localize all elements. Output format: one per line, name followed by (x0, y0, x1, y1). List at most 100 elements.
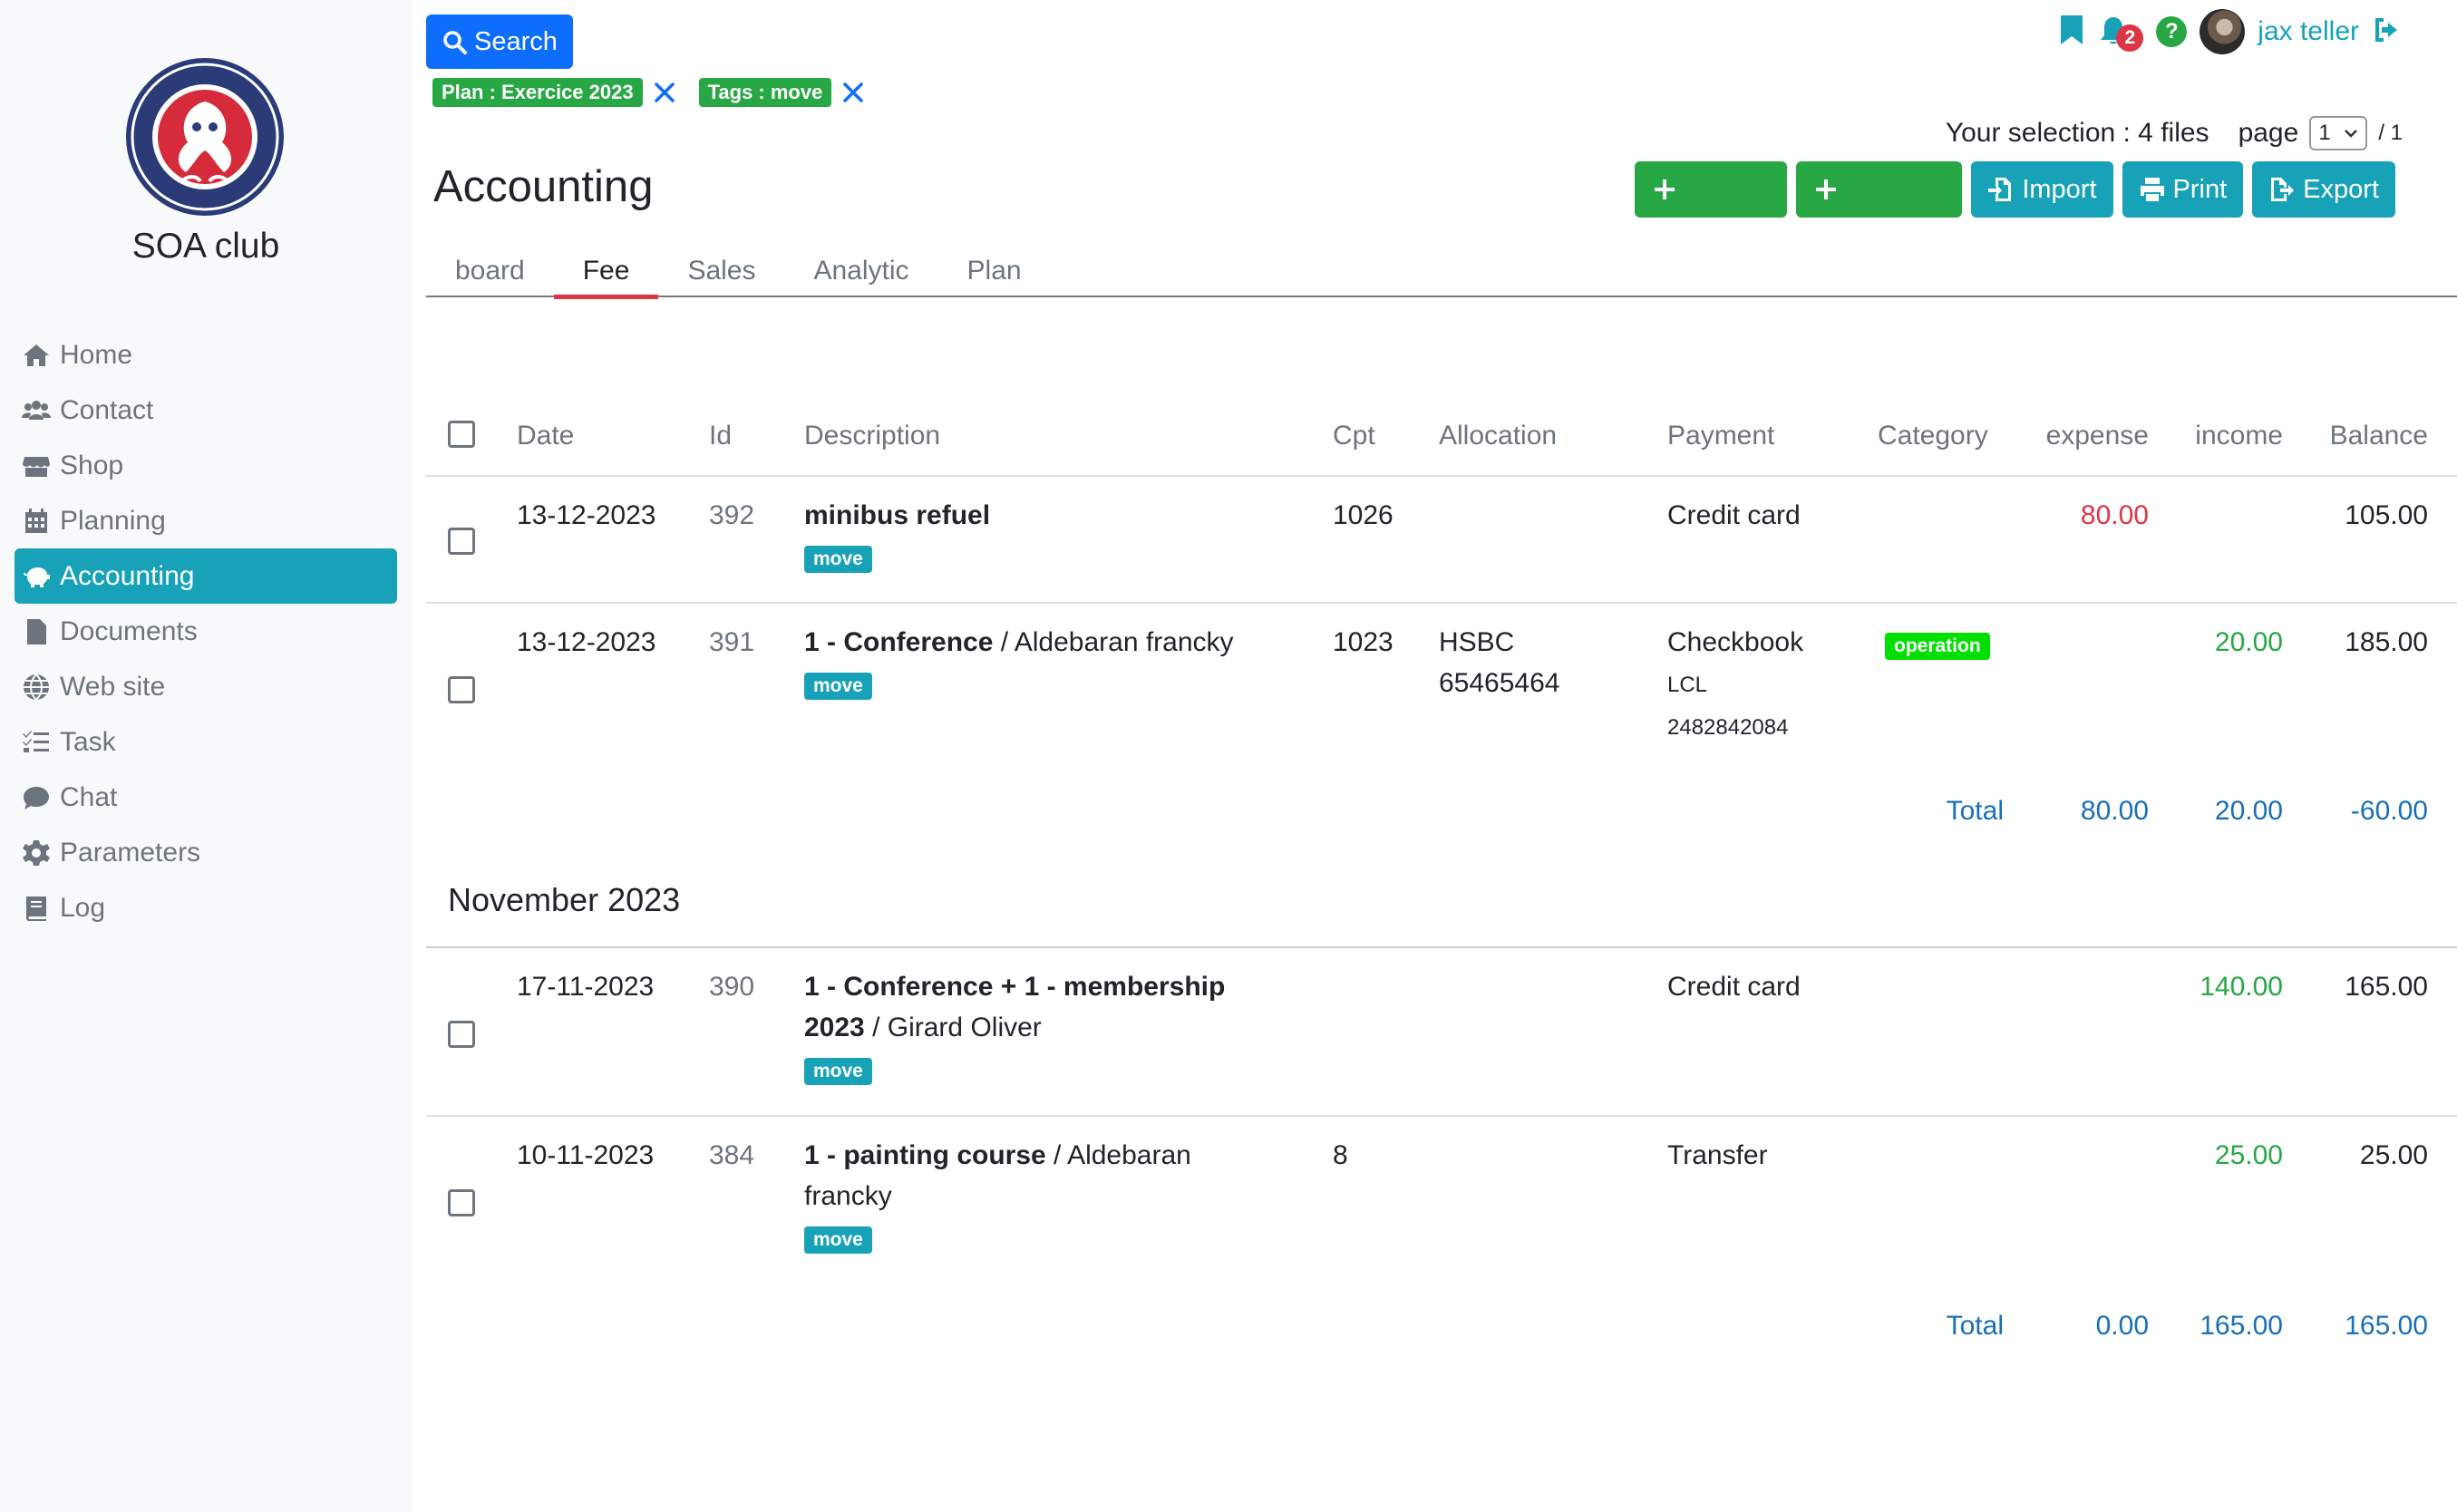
remove-filter-tags-button[interactable] (840, 80, 866, 105)
sidebar-nav: Home Contact Shop Planning Accounting Do… (15, 327, 397, 935)
logout-button[interactable] (2372, 15, 2403, 50)
totals-row: Total 80.00 20.00 -60.00 (426, 790, 2457, 841)
row-checkbox[interactable] (448, 676, 475, 703)
totals-label: Total (1946, 1311, 2004, 1341)
row-cpt: 8 (1333, 1140, 1348, 1170)
sidebar-item-planning[interactable]: Planning (15, 493, 397, 548)
page-total: / 1 (2378, 121, 2403, 145)
sidebar-item-website[interactable]: Web site (15, 659, 397, 714)
sidebar-item-parameters[interactable]: Parameters (15, 825, 397, 880)
accounting-tabs: board Fee Sales Analytic Plan (426, 245, 2457, 299)
sidebar-item-log[interactable]: Log (15, 880, 397, 935)
tab-plan[interactable]: Plan (938, 245, 1051, 297)
plus-icon (1655, 179, 1675, 199)
help-button[interactable]: ? (2156, 16, 2188, 47)
row-id-link[interactable]: 392 (709, 495, 754, 536)
row-income: 25.00 (2214, 1140, 2283, 1170)
totals-balance: -60.00 (2350, 796, 2428, 826)
row-payment-method: Checkbook (1667, 627, 1804, 657)
export-button[interactable]: Export (2252, 161, 2395, 218)
sidebar-item-task[interactable]: Task (15, 714, 397, 770)
home-icon (24, 344, 49, 366)
avatar[interactable] (2200, 9, 2246, 54)
sidebar-item-home[interactable]: Home (15, 327, 397, 383)
sidebar-item-contact[interactable]: Contact (15, 383, 397, 438)
notifications-button[interactable]: 2 (2098, 15, 2144, 52)
file-icon (27, 618, 46, 645)
row-payment: Credit card (1667, 972, 1801, 1002)
table-row[interactable]: 13-12-2023 392 minibus refuel move 1026 … (426, 477, 2457, 604)
column-balance[interactable]: Balance (2283, 415, 2428, 456)
row-description[interactable]: 1 - Conference / Aldebaran francky move (804, 622, 1312, 703)
remove-filter-plan-button[interactable] (652, 80, 677, 105)
column-date[interactable]: Date (517, 415, 574, 456)
totals-balance: 165.00 (2345, 1311, 2428, 1341)
sidebar-item-accounting[interactable]: Accounting (15, 548, 397, 604)
row-description-person-cont: francky (804, 1181, 892, 1211)
selection-summary: Your selection : 4 files (1945, 118, 2209, 148)
row-description-title: minibus refuel (804, 500, 991, 530)
user-name-link[interactable]: jax teller (2258, 16, 2359, 47)
sidebar-item-shop[interactable]: Shop (15, 438, 397, 493)
table-row[interactable]: 13-12-2023 391 1 - Conference / Aldebara… (426, 604, 2457, 765)
sidebar-item-label: Web site (60, 671, 166, 702)
row-id-link[interactable]: 391 (709, 622, 754, 663)
row-payment-bank: LCL (1667, 673, 1708, 697)
table-row[interactable]: 10-11-2023 384 1 - painting course / Ald… (426, 1117, 2457, 1285)
column-category[interactable]: Category (1878, 415, 1988, 456)
sidebar-item-label: Planning (60, 505, 166, 536)
sidebar-item-label: Log (60, 892, 106, 923)
row-id-link[interactable]: 390 (709, 966, 754, 1007)
column-income[interactable]: income (2149, 415, 2283, 456)
column-cpt[interactable]: Cpt (1333, 415, 1375, 456)
row-checkbox[interactable] (448, 1189, 475, 1216)
add-income-button[interactable]: income (1635, 161, 1787, 218)
row-description-person: / Aldebaran francky (993, 627, 1234, 657)
table-header: Date Id Description Cpt Allocation Payme… (426, 408, 2457, 477)
row-payment: Checkbook LCL 2482842084 (1667, 622, 1803, 748)
row-category: operation (1885, 622, 1990, 664)
row-description[interactable]: 1 - painting course / Aldebaran francky … (804, 1135, 1258, 1257)
row-tag: move (804, 673, 872, 700)
column-allocation[interactable]: Allocation (1439, 415, 1557, 456)
print-button[interactable]: Print (2122, 161, 2244, 218)
totals-income: 20.00 (2214, 796, 2283, 826)
club-logo[interactable] (124, 56, 286, 218)
page-select[interactable]: 1 (2309, 116, 2368, 150)
piggy-bank-icon (24, 567, 50, 587)
column-id[interactable]: Id (709, 415, 732, 456)
bookmark-icon (2061, 15, 2083, 44)
row-description[interactable]: minibus refuel move (804, 495, 1312, 577)
row-description-person: / Aldebaran (1045, 1140, 1191, 1170)
add-expense-button[interactable]: expense (1795, 161, 1963, 218)
row-allocation-bank: HSBC (1439, 627, 1515, 657)
tab-fee[interactable]: Fee (553, 245, 659, 299)
table-row[interactable]: 17-11-2023 390 1 - Conference + 1 - memb… (426, 948, 2457, 1117)
row-id-link[interactable]: 384 (709, 1135, 754, 1176)
tab-board[interactable]: board (426, 245, 554, 297)
import-button[interactable]: Import (1971, 161, 2113, 218)
tab-sales[interactable]: Sales (658, 245, 784, 297)
row-checkbox[interactable] (448, 528, 475, 555)
search-button[interactable]: Search (426, 15, 573, 69)
sidebar-item-documents[interactable]: Documents (15, 604, 397, 659)
sidebar-item-label: Task (60, 726, 116, 757)
row-balance: 105.00 (2345, 500, 2428, 530)
select-all-checkbox[interactable] (448, 421, 475, 448)
column-description[interactable]: Description (804, 415, 940, 456)
sidebar-item-label: Contact (60, 394, 154, 425)
user-toolbar: 2 ? jax teller (2058, 9, 2403, 54)
bookmark-button[interactable] (2058, 15, 2085, 50)
page-title: Accounting (433, 162, 654, 211)
row-checkbox[interactable] (448, 1021, 475, 1048)
sidebar-item-chat[interactable]: Chat (15, 770, 397, 825)
selection-bar: Your selection : 4 files page 1 / 1 (1946, 116, 2403, 150)
column-payment[interactable]: Payment (1667, 415, 1774, 456)
column-expense[interactable]: expense (2004, 415, 2149, 456)
month-heading: November 2023 (448, 881, 681, 918)
page-label: page (2238, 118, 2299, 148)
tab-analytic[interactable]: Analytic (784, 245, 937, 297)
filter-chip-tags: Tags : move (698, 78, 832, 107)
row-description[interactable]: 1 - Conference + 1 - membership 2023 / G… (804, 966, 1312, 1089)
chat-icon (24, 786, 49, 809)
